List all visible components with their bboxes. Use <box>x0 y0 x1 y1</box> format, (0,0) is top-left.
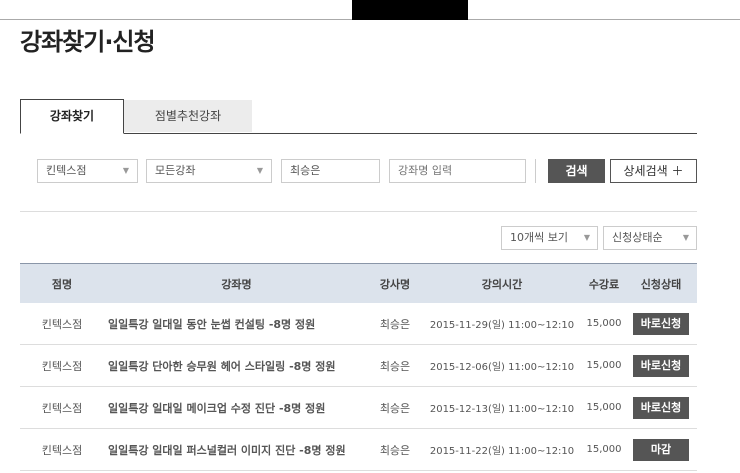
row-status-cell: 바로신청 <box>625 303 697 345</box>
row-status-cell: 마감 <box>625 428 697 471</box>
row-branch: 킨텍스점 <box>20 303 104 345</box>
row-teacher: 최승은 <box>369 428 421 471</box>
branch-select-value: 킨텍스점 <box>46 164 87 177</box>
header-teacher: 강사명 <box>369 263 421 303</box>
table-header-row: 점명 강좌명 강사명 강의시간 수강료 신청상태 <box>20 263 697 303</box>
sort-value: 신청상태순 <box>612 231 663 244</box>
row-teacher: 최승은 <box>369 303 421 345</box>
apply-now-button[interactable]: 바로신청 <box>633 354 689 377</box>
detail-search-button[interactable]: 상세검색 ＋ <box>610 159 697 183</box>
row-title-link[interactable]: 일일특강 일대일 동안 눈썹 컨설팅 -8명 정원 <box>104 303 369 345</box>
teacher-input-value: 최승은 <box>290 164 321 177</box>
header-time: 강의시간 <box>421 263 583 303</box>
apply-now-button[interactable]: 바로신청 <box>633 396 689 419</box>
row-branch: 킨텍스점 <box>20 428 104 471</box>
row-title-link[interactable]: 일일특강 일대일 퍼스널컬러 이미지 진단 -8명 정원 <box>104 428 369 471</box>
row-time: 2015-11-22(일) 11:00~12:10 <box>421 428 583 471</box>
row-branch: 킨텍스점 <box>20 344 104 387</box>
row-branch: 킨텍스점 <box>20 386 104 429</box>
section-divider <box>20 211 697 212</box>
category-select-value: 모든강좌 <box>155 164 196 177</box>
row-fee: 15,000 <box>583 428 625 471</box>
chevron-down-icon: ▼ <box>256 166 263 175</box>
row-time: 2015-11-29(일) 11:00~12:10 <box>421 303 583 345</box>
top-dark-block <box>352 0 468 20</box>
branch-select[interactable]: 킨텍스점 ▼ <box>37 159 138 183</box>
page-size-select[interactable]: 10개씩 보기 ▼ <box>501 226 598 250</box>
row-fee: 15,000 <box>583 386 625 429</box>
table-row: 킨텍스점 일일특강 일대일 메이크업 수정 진단 -8명 정원 최승은 2015… <box>20 386 697 429</box>
table-row: 킨텍스점 일일특강 단아한 승무원 헤어 스타일링 -8명 정원 최승은 201… <box>20 344 697 387</box>
tab-branch-recommended[interactable]: 점별추천강좌 <box>124 100 252 132</box>
chevron-down-icon: ▼ <box>583 233 590 242</box>
row-status-cell: 바로신청 <box>625 344 697 387</box>
chevron-down-icon: ▼ <box>122 166 129 175</box>
header-fee: 수강료 <box>583 263 625 303</box>
search-button[interactable]: 검색 <box>548 159 605 183</box>
row-teacher: 최승은 <box>369 344 421 387</box>
page-title: 강좌찾기·신청 <box>20 28 156 56</box>
header-branch: 점명 <box>20 263 104 303</box>
row-fee: 15,000 <box>583 344 625 387</box>
table-row: 킨텍스점 일일특강 일대일 동안 눈썹 컨설팅 -8명 정원 최승은 2015-… <box>20 303 697 345</box>
row-title-link[interactable]: 일일특강 단아한 승무원 헤어 스타일링 -8명 정원 <box>104 344 369 387</box>
keyword-input[interactable] <box>389 159 526 183</box>
sort-select[interactable]: 신청상태순 ▼ <box>603 226 697 250</box>
row-fee: 15,000 <box>583 303 625 345</box>
row-time: 2015-12-06(일) 11:00~12:10 <box>421 344 583 387</box>
table-row: 킨텍스점 일일특강 일대일 퍼스널컬러 이미지 진단 -8명 정원 최승은 20… <box>20 428 697 471</box>
header-title: 강좌명 <box>104 263 369 303</box>
apply-now-button[interactable]: 바로신청 <box>633 312 689 335</box>
search-separator <box>535 159 536 183</box>
page-size-value: 10개씩 보기 <box>510 231 568 244</box>
chevron-down-icon: ▼ <box>682 233 689 242</box>
tab-bar: 강좌찾기 점별추천강좌 <box>20 99 697 134</box>
tab-course-search[interactable]: 강좌찾기 <box>20 99 124 134</box>
row-time: 2015-12-13(일) 11:00~12:10 <box>421 386 583 429</box>
teacher-input[interactable]: 최승은 <box>281 159 380 183</box>
course-table: 점명 강좌명 강사명 강의시간 수강료 신청상태 킨텍스점 일일특강 일대일 동… <box>20 263 697 471</box>
row-status-cell: 바로신청 <box>625 386 697 429</box>
keyword-input-field[interactable] <box>398 160 513 181</box>
category-select[interactable]: 모든강좌 ▼ <box>146 159 272 183</box>
closed-badge: 마감 <box>633 438 689 461</box>
row-title-link[interactable]: 일일특강 일대일 메이크업 수정 진단 -8명 정원 <box>104 386 369 429</box>
row-teacher: 최승은 <box>369 386 421 429</box>
header-status: 신청상태 <box>625 263 697 303</box>
